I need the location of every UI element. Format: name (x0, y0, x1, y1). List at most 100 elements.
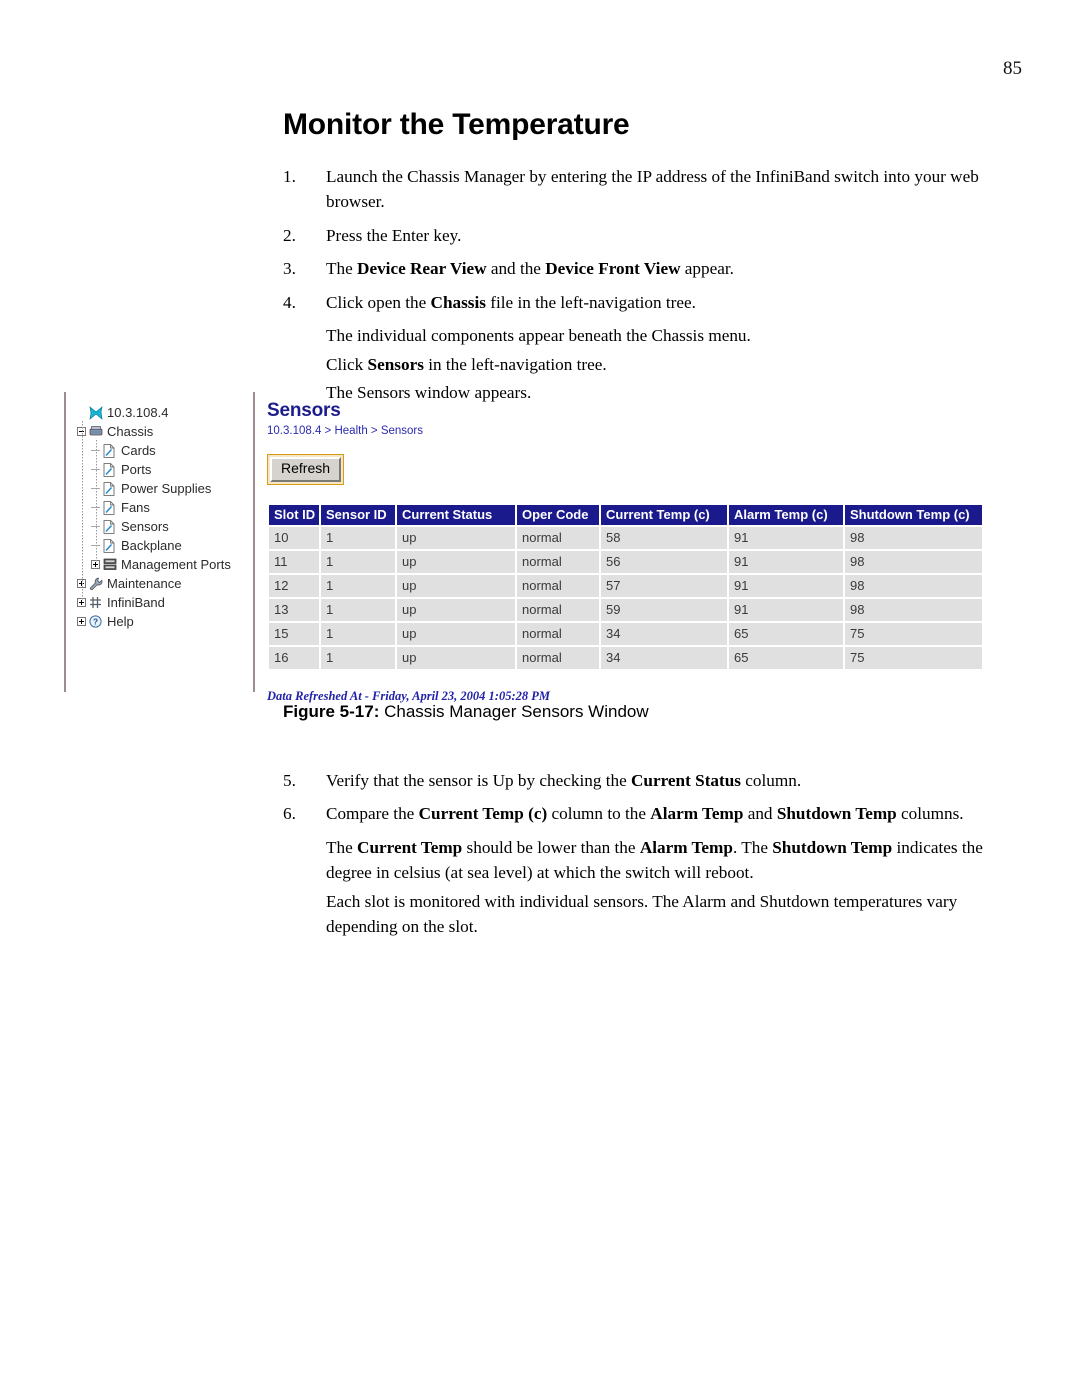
breadcrumb-separator: > (321, 425, 335, 437)
tree-item-label: 10.3.108.4 (107, 405, 169, 421)
table-row: 15 1 up normal 34 65 75 (269, 622, 982, 645)
page-title: Monitor the Temperature (283, 108, 630, 141)
table-cell: 12 (269, 574, 319, 597)
tree-item-fans[interactable]: Fans (77, 497, 254, 516)
numbered-step: 2. Press the Enter key. (283, 223, 1013, 248)
table-column-header: Current Status (397, 504, 515, 525)
table-cell: 16 (269, 646, 319, 669)
emphasis-text: Current Status (631, 771, 741, 790)
body-text: . The (732, 837, 773, 857)
chassis-switch-icon (89, 425, 103, 439)
page-document-icon (103, 443, 117, 458)
table-cell: up (397, 526, 515, 549)
table-row: 16 1 up normal 34 65 75 (269, 646, 982, 669)
infiniband-grid-icon (89, 596, 103, 610)
tree-item-infiniband[interactable]: InfiniBand (77, 592, 254, 611)
page-document-icon (103, 462, 117, 477)
tree-item-label: Ports (121, 462, 152, 478)
table-cell: up (397, 574, 515, 597)
table-cell: 98 (845, 574, 982, 597)
numbered-step: 3. The Device Rear View and the Device Fr… (283, 256, 1013, 281)
page-document-icon (103, 538, 117, 553)
table-column-header: Alarm Temp (c) (729, 504, 843, 525)
table-cell: 1 (321, 574, 395, 597)
emphasis-text: Sensors (367, 354, 424, 374)
body-text: The (326, 259, 358, 279)
body-text: column. (741, 771, 802, 790)
expand-icon[interactable] (77, 617, 86, 627)
breadcrumb[interactable]: 10.3.108.4 > Health > Sensors (267, 425, 987, 437)
body-text: Each slot is monitored with individual s… (326, 891, 958, 937)
tree-item-management-ports[interactable]: Management Ports (77, 554, 254, 573)
table-cell: 65 (729, 646, 843, 669)
table-cell: 58 (601, 526, 727, 549)
emphasis-text: Shutdown Temp (776, 804, 897, 824)
emphasis-text: Alarm Temp (639, 837, 733, 857)
numbered-step: 6. Compare the Current Temp (c) column to… (283, 801, 1018, 826)
table-cell: 13 (269, 598, 319, 621)
figure-caption-text: Chassis Manager Sensors Window (379, 702, 649, 721)
breadcrumb-link[interactable]: Sensors (381, 425, 423, 437)
tree-item-cards[interactable]: Cards (77, 440, 254, 459)
tree-item-power-supplies[interactable]: Power Supplies (77, 478, 254, 497)
tree-item-chassis[interactable]: Chassis (77, 421, 254, 440)
figure-chassis-manager: 10.3.108.4 Chassis Cards Ports Power Supplie… (0, 392, 1080, 703)
svg-text:?: ? (93, 616, 98, 626)
tree-item-label: Backplane (121, 538, 182, 554)
emphasis-text: Device Rear View (357, 259, 487, 279)
body-text: Launch the Chassis Manager by entering t… (326, 167, 979, 212)
step-number: 3. (283, 259, 296, 279)
page-number: 85 (1003, 58, 1022, 79)
table-column-header: Current Temp (c) (601, 504, 727, 525)
table-cell: 65 (729, 622, 843, 645)
tree-item-maintenance[interactable]: Maintenance (77, 573, 254, 592)
body-text: and the (486, 259, 546, 279)
table-header-row: Slot ID Sensor ID Current Status Oper Code C… (269, 504, 982, 525)
table-cell: 98 (845, 550, 982, 573)
tree-item-label: Cards (121, 443, 156, 459)
emphasis-text: Current Temp (357, 837, 463, 857)
tree-item-help[interactable]: ? Help (77, 611, 254, 630)
emphasis-text: Chassis (430, 292, 486, 312)
substep-paragraph: Each slot is monitored with individual s… (283, 889, 1018, 940)
body-text: The (326, 837, 358, 857)
breadcrumb-link[interactable]: 10.3.108.4 (267, 425, 321, 437)
table-cell: 1 (321, 550, 395, 573)
table-cell: 11 (269, 550, 319, 573)
table-row: 13 1 up normal 59 91 98 (269, 598, 982, 621)
body-text: Click (326, 354, 368, 374)
table-cell: 56 (601, 550, 727, 573)
tree-item-10-3-108-4[interactable]: 10.3.108.4 (77, 402, 254, 421)
tree-item-label: Management Ports (121, 557, 231, 573)
body-text: Verify that the sensor is Up by checking… (326, 771, 632, 790)
table-cell: up (397, 646, 515, 669)
page-document-icon (103, 500, 117, 515)
tree-item-label: InfiniBand (107, 595, 165, 611)
body-text: Click open the (326, 292, 431, 312)
host-x-icon (89, 405, 103, 420)
tree-item-label: Fans (121, 500, 150, 516)
tree-item-ports[interactable]: Ports (77, 459, 254, 478)
refresh-button[interactable]: Refresh (270, 457, 342, 482)
table-column-header: Oper Code (517, 504, 599, 525)
body-text: and (743, 804, 777, 824)
emphasis-text: Shutdown Temp (772, 837, 893, 857)
step-number: 6. (283, 804, 296, 824)
table-column-header: Shutdown Temp (c) (845, 504, 982, 525)
emphasis-text: Device Front View (545, 259, 681, 279)
table-cell: 1 (321, 526, 395, 549)
table-cell: normal (517, 574, 599, 597)
table-cell: 1 (321, 646, 395, 669)
document-body-after-figure: 5. Verify that the sensor is Up by checki… (283, 768, 1018, 943)
left-navigation-tree[interactable]: 10.3.108.4 Chassis Cards Ports Power Supplie… (64, 392, 254, 692)
breadcrumb-link[interactable]: Health (334, 425, 367, 437)
table-cell: 10 (269, 526, 319, 549)
table-cell: normal (517, 598, 599, 621)
tree-item-backplane[interactable]: Backplane (77, 535, 254, 554)
body-text: Press the Enter key. (326, 225, 462, 245)
page-document-icon (103, 481, 117, 496)
table-cell: up (397, 550, 515, 573)
table-cell: 57 (601, 574, 727, 597)
tree-item-sensors[interactable]: Sensors (77, 516, 254, 535)
table-cell: 15 (269, 622, 319, 645)
